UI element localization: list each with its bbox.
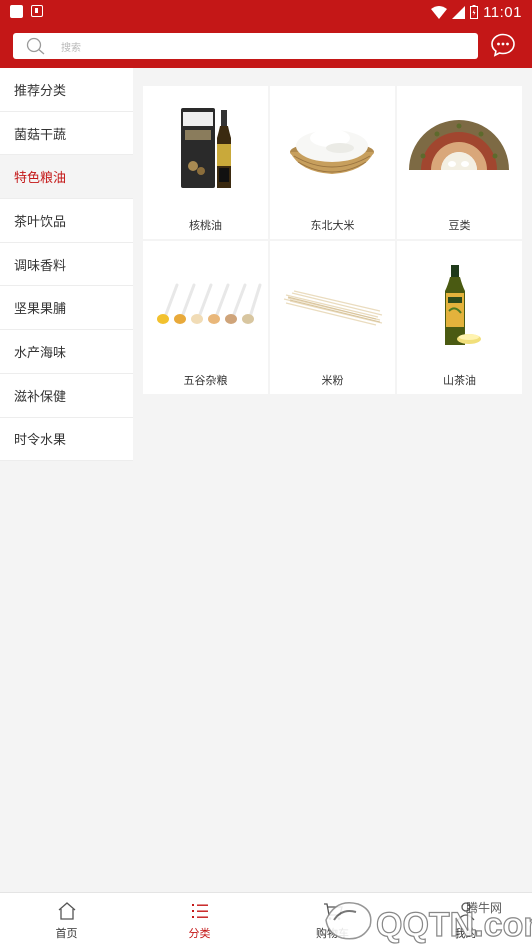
product-label: 山茶油 [443, 374, 476, 387]
product-item[interactable]: 核桃油 [143, 86, 268, 239]
header: 搜索 [0, 24, 532, 68]
message-icon[interactable] [490, 32, 516, 58]
sidebar-item-nuts[interactable]: 坚果果脯 [0, 286, 133, 331]
rice-basket-image [290, 129, 374, 174]
sidebar-item-spices[interactable]: 调味香料 [0, 242, 133, 287]
sidebar-item-fruit[interactable]: 时令水果 [0, 417, 133, 462]
product-item[interactable]: 五谷杂粮 [143, 241, 268, 394]
wifi-icon [431, 5, 448, 19]
beans-image [409, 120, 509, 170]
search-icon [26, 37, 45, 55]
product-item[interactable]: 东北大米 [270, 86, 395, 239]
product-item[interactable]: 米粉 [270, 241, 395, 394]
sidebar-item-grain-oil[interactable]: 特色粮油 [0, 155, 133, 200]
category-sidebar: 推荐分类 菌菇干蔬 特色粮油 茶叶饮品 调味香料 坚果果脯 水产海味 滋补保健 … [0, 68, 133, 462]
tab-profile[interactable]: 我的 [399, 893, 532, 946]
product-grid: 核桃油 东北大米 豆类 五谷杂粮 米粉 山茶油 [143, 86, 522, 394]
list-icon [191, 904, 208, 918]
sidebar-item-recommended[interactable]: 推荐分类 [0, 68, 133, 112]
camellia-oil-image [445, 265, 481, 345]
status-bar: 11:01 [0, 0, 532, 24]
rice-noodles-image [283, 290, 383, 326]
search-placeholder: 搜索 [61, 43, 81, 54]
grain-spoons-image [157, 283, 262, 324]
walnut-oil-image [181, 108, 231, 188]
product-label: 五谷杂粮 [183, 374, 228, 387]
home-icon [58, 902, 75, 920]
product-label: 核桃油 [189, 219, 222, 232]
user-icon [456, 902, 475, 921]
product-label: 米粉 [321, 374, 344, 387]
tab-category-label: 分类 [188, 927, 211, 940]
battery-icon [470, 5, 479, 19]
tab-home-label: 首页 [55, 927, 78, 940]
product-item[interactable]: 豆类 [397, 86, 522, 239]
sidebar-item-seafood[interactable]: 水产海味 [0, 330, 133, 374]
signal-icon [452, 5, 466, 19]
search-input[interactable]: 搜索 [13, 33, 478, 59]
bottom-tab-bar: 首页 分类 购物车 我的 [0, 892, 532, 946]
sidebar-item-health[interactable]: 滋补保健 [0, 373, 133, 418]
sidebar-item-tea[interactable]: 茶叶饮品 [0, 199, 133, 243]
app-notification-icon [31, 5, 43, 17]
product-label: 东北大米 [310, 219, 355, 232]
tab-cart-label: 购物车 [316, 927, 349, 940]
tab-home[interactable]: 首页 [0, 893, 133, 946]
tab-profile-label: 我的 [454, 927, 477, 940]
status-time: 11:01 [483, 3, 522, 21]
status-right: 11:01 [431, 2, 522, 22]
tab-category[interactable]: 分类 [133, 893, 266, 946]
notification-icon [10, 5, 23, 18]
product-item[interactable]: 山茶油 [397, 241, 522, 394]
sidebar-item-mushrooms[interactable]: 菌菇干蔬 [0, 111, 133, 156]
product-label: 豆类 [448, 219, 471, 232]
tab-cart[interactable]: 购物车 [266, 893, 399, 946]
cart-icon [323, 903, 343, 920]
